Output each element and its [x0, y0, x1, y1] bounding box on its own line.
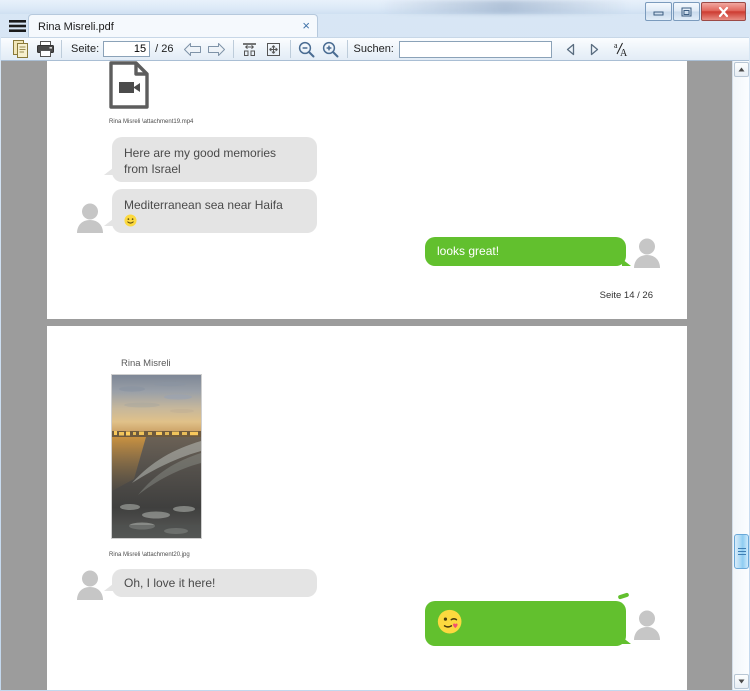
chat-bubble-outgoing: looks great!	[425, 237, 626, 266]
chat-bubble-text: Here are my good memories from Israel	[124, 146, 277, 176]
avatar	[633, 609, 661, 645]
attachment-caption: Rina Misreli \attachment19.mp4	[109, 119, 194, 125]
avatar-silhouette-icon	[634, 238, 660, 268]
svg-text:A: A	[620, 48, 628, 57]
chat-bubble-incoming: Mediterranean sea near Haifa	[112, 189, 317, 233]
chat-bubble-text: Mediterranean sea near Haifa	[124, 198, 283, 212]
slightly-smiling-face-emoji	[124, 214, 137, 231]
chat-bubble-text: looks great!	[437, 244, 500, 258]
toolbar-separator-1	[61, 40, 62, 58]
bubble-tail	[104, 168, 113, 175]
next-page-button[interactable]	[206, 38, 228, 60]
message-sender-name: Rina Misreli	[121, 358, 171, 369]
printer-icon	[36, 41, 54, 57]
search-input[interactable]	[398, 40, 552, 58]
document-tab-label: Rina Misreli.pdf	[38, 20, 114, 33]
toolbar-separator-2	[232, 40, 234, 58]
magnifier-plus-icon	[322, 41, 339, 57]
video-attachment-icon[interactable]	[109, 61, 149, 114]
hamburger-menu-icon	[8, 20, 26, 32]
avatar	[76, 569, 104, 605]
triangle-left-icon	[567, 43, 575, 55]
zoom-out-button[interactable]	[296, 38, 318, 60]
avatar-silhouette-icon	[634, 610, 660, 640]
zoom-in-button[interactable]	[320, 38, 342, 60]
toolbar-separator-4	[346, 40, 348, 58]
find-next-button[interactable]	[584, 38, 606, 60]
arrow-left-icon	[184, 42, 201, 56]
avatar-silhouette-icon	[77, 570, 103, 600]
document-viewport[interactable]: Rina Misreli \attachment19.mp4 Here are …	[1, 61, 732, 690]
scroll-thumb-grip	[737, 546, 746, 557]
avatar-silhouette-icon	[77, 203, 103, 233]
toolbar-separator-3	[289, 40, 291, 58]
video-file-icon	[109, 61, 149, 109]
scroll-up-icon	[738, 67, 745, 72]
bubble-tail	[104, 584, 113, 591]
search-field-label: Suchen:	[353, 43, 394, 55]
page-footer: Seite 14 / 26	[599, 290, 653, 301]
print-button[interactable]	[34, 38, 56, 60]
photo-contents	[112, 375, 201, 538]
bubble-tail	[104, 219, 113, 226]
chat-bubble-text: Oh, I love it here!	[124, 576, 216, 590]
scroll-thumb[interactable]	[734, 534, 749, 569]
chat-bubble-incoming: Oh, I love it here!	[112, 569, 317, 597]
title-bar	[0, 0, 750, 21]
text-select-icon: a A	[614, 41, 628, 57]
page-number-input[interactable]	[103, 41, 151, 57]
chat-bubble-incoming: Here are my good memories from Israel	[112, 137, 317, 182]
page-total-label: / 26	[155, 43, 174, 55]
main-menu-button[interactable]	[6, 16, 28, 36]
fit-page-icon	[267, 42, 280, 56]
pdf-page: Rina Misreli \attachment19.mp4 Here are …	[47, 61, 687, 319]
title-bar-blurred-text	[380, 0, 630, 14]
face-blowing-a-kiss-emoji	[437, 609, 464, 636]
fit-width-icon	[243, 42, 256, 56]
bubble-tail	[622, 259, 631, 266]
fit-page-button[interactable]	[263, 38, 285, 60]
tab-close-button[interactable]: ×	[302, 19, 310, 33]
avatar	[633, 237, 661, 273]
document-copy-icon	[13, 40, 28, 58]
bubble-tail	[622, 637, 631, 644]
fit-width-button[interactable]	[239, 38, 261, 60]
arrow-right-icon	[208, 42, 225, 56]
beach-sunset-photo[interactable]	[111, 374, 202, 539]
pdf-viewer-window: Rina Misreli.pdf × Seite: / 26	[0, 0, 750, 691]
text-select-button[interactable]: a A	[611, 38, 633, 60]
tab-strip: Rina Misreli.pdf ×	[0, 14, 750, 38]
triangle-right-icon	[591, 43, 599, 55]
attachment-caption: Rina Misreli \attachment20.jpg	[109, 552, 190, 558]
find-previous-button[interactable]	[560, 38, 582, 60]
scroll-up-button[interactable]	[734, 62, 749, 77]
toolbar: Seite: / 26	[1, 37, 749, 61]
vertical-scrollbar[interactable]	[732, 61, 749, 690]
page-field-label: Seite:	[71, 43, 100, 55]
scroll-down-icon	[738, 679, 745, 684]
magnifier-minus-icon	[298, 41, 315, 57]
chat-bubble-outgoing	[425, 601, 626, 646]
previous-page-button[interactable]	[182, 38, 204, 60]
copy-button[interactable]	[10, 38, 32, 60]
bubble-artifact	[617, 592, 630, 600]
scroll-down-button[interactable]	[734, 674, 749, 689]
pdf-page: Rina Misreli Rina Misreli \attachment20.…	[47, 326, 687, 690]
svg-text:a: a	[614, 41, 618, 50]
document-tab[interactable]: Rina Misreli.pdf ×	[28, 14, 318, 38]
avatar	[76, 202, 104, 238]
